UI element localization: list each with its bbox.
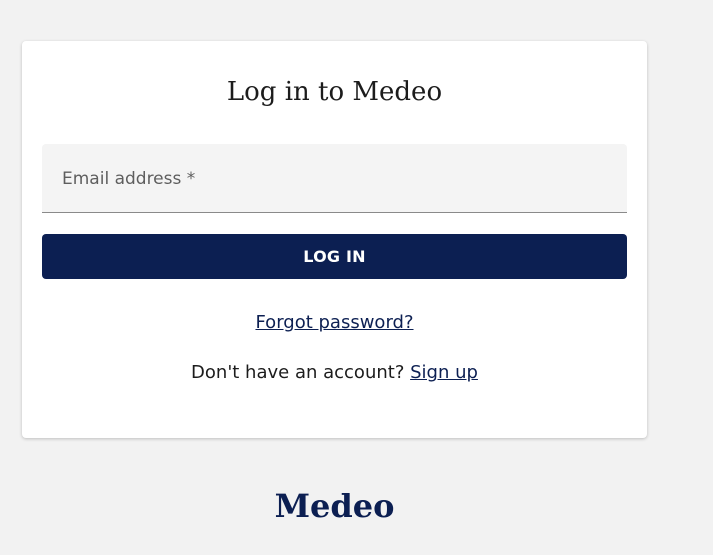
forgot-password-container: Forgot password? (22, 312, 647, 333)
email-input[interactable] (42, 144, 627, 212)
signup-prompt: Don't have an account? (191, 362, 405, 383)
email-field[interactable]: Email address * (42, 144, 627, 213)
signup-link[interactable]: Sign up (410, 362, 478, 383)
footer-logo: Medeo (274, 487, 395, 525)
signup-line: Don't have an account? Sign up (22, 362, 647, 383)
forgot-password-link[interactable]: Forgot password? (255, 312, 413, 333)
login-button[interactable]: LOG IN (42, 234, 627, 279)
login-card: Log in to Medeo Email address * LOG IN F… (22, 41, 647, 438)
page-title: Log in to Medeo (226, 77, 443, 107)
